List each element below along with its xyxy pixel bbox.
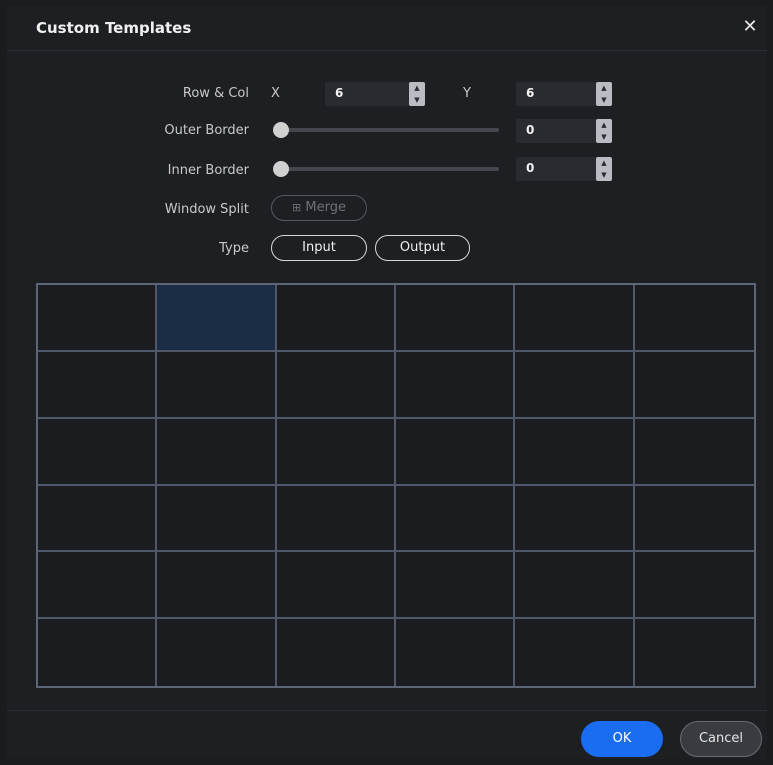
merge-grid-icon: ⊞ — [292, 201, 302, 214]
grid-cell[interactable] — [276, 418, 396, 486]
inner-border-decrement-icon[interactable]: ▼ — [596, 169, 612, 181]
y-increment-icon[interactable]: ▲ — [596, 82, 612, 94]
inner-border-spinbox[interactable]: 0 ▲ ▼ — [516, 157, 612, 181]
ok-button[interactable]: OK — [581, 721, 663, 757]
y-label: Y — [463, 86, 471, 101]
custom-templates-dialog: Custom Templates ✕ Row & Col X 6 ▲ ▼ Y 6… — [7, 6, 767, 759]
outer-border-label: Outer Border — [164, 123, 249, 138]
grid-cell[interactable] — [38, 351, 158, 419]
grid-cell[interactable] — [38, 418, 158, 486]
dialog-titlebar: Custom Templates ✕ — [7, 6, 767, 51]
cancel-button[interactable]: Cancel — [680, 721, 762, 757]
grid-cell[interactable] — [634, 485, 754, 553]
grid-cell[interactable] — [396, 485, 516, 553]
grid-cell[interactable] — [157, 485, 277, 553]
grid-cell[interactable] — [634, 285, 754, 352]
grid-cell[interactable] — [515, 285, 635, 352]
grid-cell-selected[interactable] — [157, 285, 277, 352]
x-increment-icon[interactable]: ▲ — [409, 82, 425, 94]
grid-cell[interactable] — [276, 619, 396, 686]
merge-button-label: Merge — [305, 200, 346, 215]
grid-cell[interactable] — [276, 285, 396, 352]
grid-cell[interactable] — [396, 351, 516, 419]
grid-cell[interactable] — [396, 552, 516, 620]
outer-border-slider[interactable] — [277, 128, 499, 132]
grid-cell[interactable] — [396, 418, 516, 486]
x-spinbox[interactable]: 6 ▲ ▼ — [325, 82, 425, 106]
y-decrement-icon[interactable]: ▼ — [596, 94, 612, 106]
footer-divider — [7, 710, 767, 711]
grid-cell[interactable] — [396, 285, 516, 352]
outer-border-increment-icon[interactable]: ▲ — [596, 119, 612, 131]
layout-grid[interactable] — [36, 283, 756, 688]
grid-cell[interactable] — [38, 552, 158, 620]
grid-cell[interactable] — [515, 485, 635, 553]
dialog-title: Custom Templates — [36, 19, 192, 37]
grid-cell[interactable] — [634, 552, 754, 620]
grid-cell[interactable] — [157, 552, 277, 620]
merge-button[interactable]: ⊞ Merge — [271, 195, 367, 221]
grid-cell[interactable] — [157, 418, 277, 486]
grid-cell[interactable] — [157, 351, 277, 419]
grid-cell[interactable] — [515, 351, 635, 419]
grid-cell[interactable] — [38, 285, 158, 352]
grid-cell[interactable] — [396, 619, 516, 686]
outer-border-decrement-icon[interactable]: ▼ — [596, 131, 612, 143]
outer-border-slider-thumb[interactable] — [273, 122, 289, 138]
inner-border-label: Inner Border — [167, 163, 249, 178]
x-stepper[interactable]: ▲ ▼ — [409, 82, 425, 106]
grid-cell[interactable] — [276, 552, 396, 620]
output-type-button[interactable]: Output — [375, 235, 470, 261]
grid-cell[interactable] — [634, 351, 754, 419]
input-type-button[interactable]: Input — [271, 235, 367, 261]
y-spinbox[interactable]: 6 ▲ ▼ — [516, 82, 612, 106]
x-value[interactable]: 6 — [335, 86, 343, 100]
grid-cell[interactable] — [515, 552, 635, 620]
grid-cell[interactable] — [634, 418, 754, 486]
grid-cell[interactable] — [276, 485, 396, 553]
x-label: X — [271, 86, 280, 101]
x-decrement-icon[interactable]: ▼ — [409, 94, 425, 106]
outer-border-value[interactable]: 0 — [526, 123, 534, 137]
grid-cell[interactable] — [38, 485, 158, 553]
inner-border-slider[interactable] — [277, 167, 499, 171]
outer-border-stepper[interactable]: ▲ ▼ — [596, 119, 612, 143]
grid-cell[interactable] — [38, 619, 158, 686]
window-split-label: Window Split — [164, 202, 249, 217]
inner-border-slider-thumb[interactable] — [273, 161, 289, 177]
close-icon[interactable]: ✕ — [741, 16, 759, 38]
row-col-label: Row & Col — [182, 86, 249, 101]
grid-cell[interactable] — [276, 351, 396, 419]
grid-cell[interactable] — [515, 418, 635, 486]
inner-border-increment-icon[interactable]: ▲ — [596, 157, 612, 169]
inner-border-stepper[interactable]: ▲ ▼ — [596, 157, 612, 181]
grid-cell[interactable] — [634, 619, 754, 686]
y-stepper[interactable]: ▲ ▼ — [596, 82, 612, 106]
outer-border-spinbox[interactable]: 0 ▲ ▼ — [516, 119, 612, 143]
grid-cell[interactable] — [515, 619, 635, 686]
type-label: Type — [219, 241, 249, 256]
y-value[interactable]: 6 — [526, 86, 534, 100]
inner-border-value[interactable]: 0 — [526, 161, 534, 175]
grid-cell[interactable] — [157, 619, 277, 686]
